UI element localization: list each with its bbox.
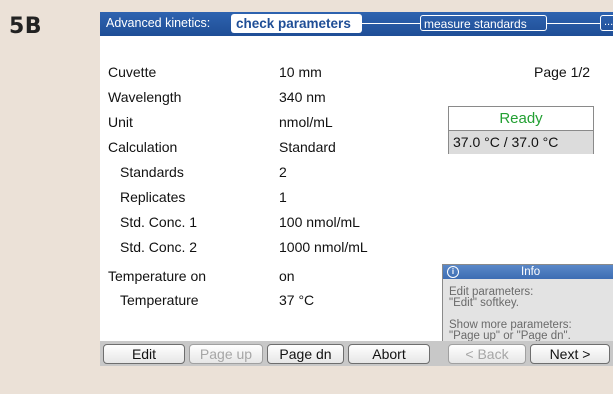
page-down-button[interactable]: Page dn [267,344,344,364]
param-value: 100 nmol/mL [279,214,360,230]
page-up-button[interactable]: Page up [189,344,263,364]
step-connector [547,23,600,24]
back-button[interactable]: < Back [448,344,526,364]
param-value: nmol/mL [279,114,333,130]
param-label: Replicates [120,189,186,205]
step-more: ... [600,15,613,31]
param-value: 1 [279,189,287,205]
param-label: Calculation [108,139,178,155]
next-button[interactable]: Next > [530,344,610,364]
param-value: 37 °C [279,292,315,308]
temperature-readout: 37.0 °C / 37.0 °C [449,130,593,154]
param-label: Cuvette [108,64,157,80]
param-value: 340 nm [279,89,326,105]
ready-status: Ready [499,110,543,127]
param-value: Standard [279,139,336,155]
instrument-screen: Advanced kinetics: check parameters meas… [100,12,613,366]
param-label: Standards [120,164,184,180]
info-icon: i [447,266,459,278]
step-connector [362,23,420,24]
info-title: Info [521,266,541,278]
abort-button[interactable]: Abort [348,344,430,364]
param-value: on [279,268,295,284]
step-measure-standards: measure standards [420,15,547,31]
param-label: Std. Conc. 1 [120,214,198,230]
param-value: 10 mm [279,64,322,80]
info-text: "Edit" softkey. [449,297,519,309]
edit-button[interactable]: Edit [103,344,185,364]
info-header: i Info [443,265,613,279]
app-title: Advanced kinetics: [106,16,211,30]
param-label: Std. Conc. 2 [120,239,198,255]
status-box: Ready 37.0 °C / 37.0 °C [448,106,594,154]
param-label: Unit [108,114,133,130]
softkey-bar: Edit Page up Page dn Abort < Back Next > [100,341,613,366]
param-label: Temperature [120,292,199,308]
param-label: Temperature on [108,268,207,284]
header-bar: Advanced kinetics: check parameters meas… [100,12,613,36]
page-indicator: Page 1/2 [534,64,591,80]
figure-label: 5B [9,14,43,39]
param-value: 2 [279,164,287,180]
param-value: 1000 nmol/mL [279,239,368,255]
step-check-parameters: check parameters [231,14,362,33]
param-label: Wavelength [108,89,182,105]
